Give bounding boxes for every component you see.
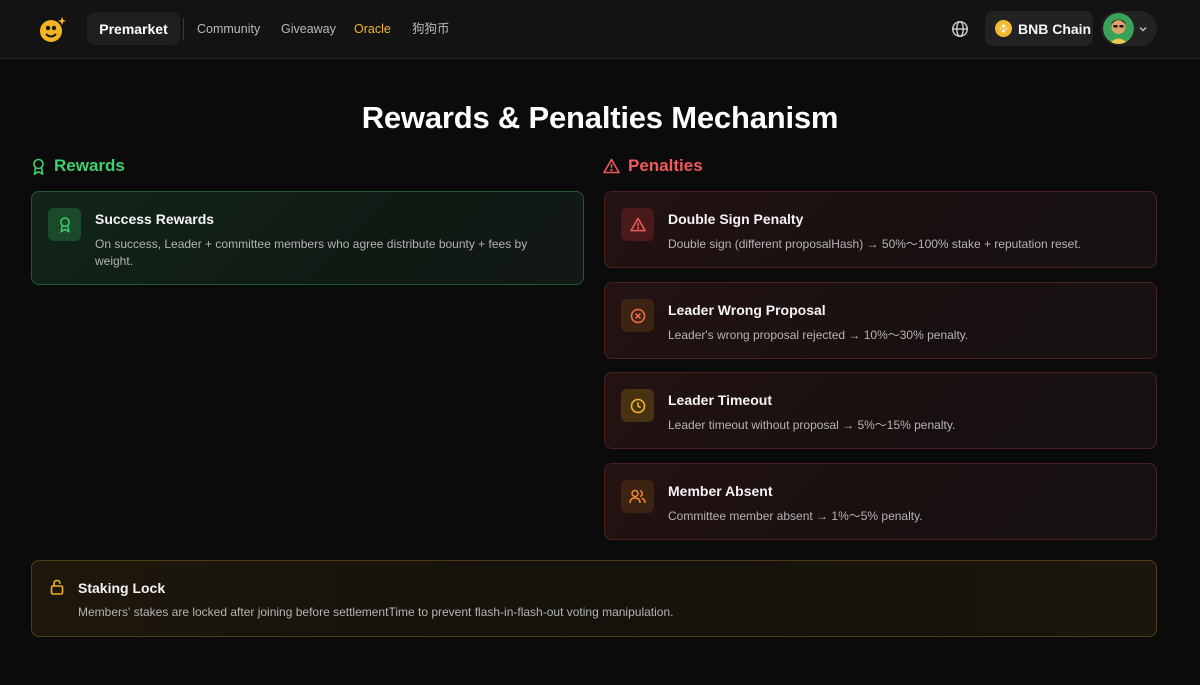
nav-link-dogecoin[interactable]: 狗狗币	[412, 21, 450, 37]
lock-icon	[50, 579, 64, 595]
globe-icon[interactable]	[951, 20, 969, 38]
chevron-down-icon	[1139, 26, 1147, 32]
page-title: Rewards & Penalties Mechanism	[361, 100, 839, 135]
penalties-heading: Penalties	[603, 156, 703, 176]
rewards-heading: Rewards	[31, 156, 125, 176]
card-description: On success, Leader + committee members w…	[95, 237, 528, 268]
success-rewards-card: Success Rewards On success, Leader + com…	[31, 191, 584, 285]
card-description: Double sign (different proposalHash) → 5…	[668, 237, 1082, 251]
card-title: Leader Wrong Proposal	[668, 302, 826, 318]
card-title: Staking Lock	[78, 580, 166, 596]
member-absent-card: Member Absent Committee member absent → …	[604, 463, 1157, 540]
member-absent-icon-box	[621, 480, 654, 513]
award-icon	[59, 217, 70, 233]
nav-link-giveaway[interactable]: Giveaway	[281, 21, 336, 37]
account-menu-button[interactable]	[1101, 11, 1157, 46]
warning-icon	[603, 158, 620, 174]
wrong-proposal-icon-box	[621, 299, 654, 332]
top-nav: Premarket Community Giveaway Oracle 狗狗币 …	[0, 0, 1200, 59]
award-icon	[33, 158, 44, 175]
card-title: Leader Timeout	[668, 392, 772, 408]
logo-icon[interactable]	[38, 14, 68, 44]
nav-link-community[interactable]: Community	[197, 21, 260, 37]
bnb-coin-icon	[995, 20, 1012, 37]
clock-icon	[630, 398, 645, 413]
x-circle-icon	[630, 308, 645, 323]
users-icon	[629, 489, 646, 504]
card-title: Double Sign Penalty	[668, 211, 804, 227]
nav-divider	[183, 18, 184, 40]
card-description: Leader timeout without proposal → 5%～15%…	[668, 418, 956, 432]
double-sign-penalty-card: Double Sign Penalty Double sign (differe…	[604, 191, 1157, 268]
avatar	[1103, 13, 1134, 44]
card-description: Committee member absent → 1%～5% penalty.	[668, 509, 923, 523]
nav-link-oracle[interactable]: Oracle	[354, 21, 391, 37]
warning-icon	[629, 217, 646, 232]
card-title: Success Rewards	[95, 211, 215, 227]
premarket-tab[interactable]: Premarket	[87, 12, 180, 45]
card-title: Member Absent	[668, 483, 773, 499]
success-rewards-icon-box	[48, 208, 81, 241]
timeout-icon-box	[621, 389, 654, 422]
leader-wrong-proposal-card: Leader Wrong Proposal Leader's wrong pro…	[604, 282, 1157, 359]
leader-timeout-card: Leader Timeout Leader timeout without pr…	[604, 372, 1157, 449]
double-sign-icon-box	[621, 208, 654, 241]
staking-lock-card: Staking Lock Members' stakes are locked …	[31, 560, 1157, 637]
card-description: Members' stakes are locked after joining…	[78, 605, 674, 619]
penalties-heading-label: Penalties	[628, 156, 703, 175]
card-description: Leader's wrong proposal rejected → 10%～3…	[668, 328, 969, 342]
chain-label: BNB Chain	[1018, 20, 1092, 37]
chain-selector-button[interactable]: BNB Chain	[985, 11, 1093, 46]
rewards-heading-label: Rewards	[54, 156, 125, 175]
